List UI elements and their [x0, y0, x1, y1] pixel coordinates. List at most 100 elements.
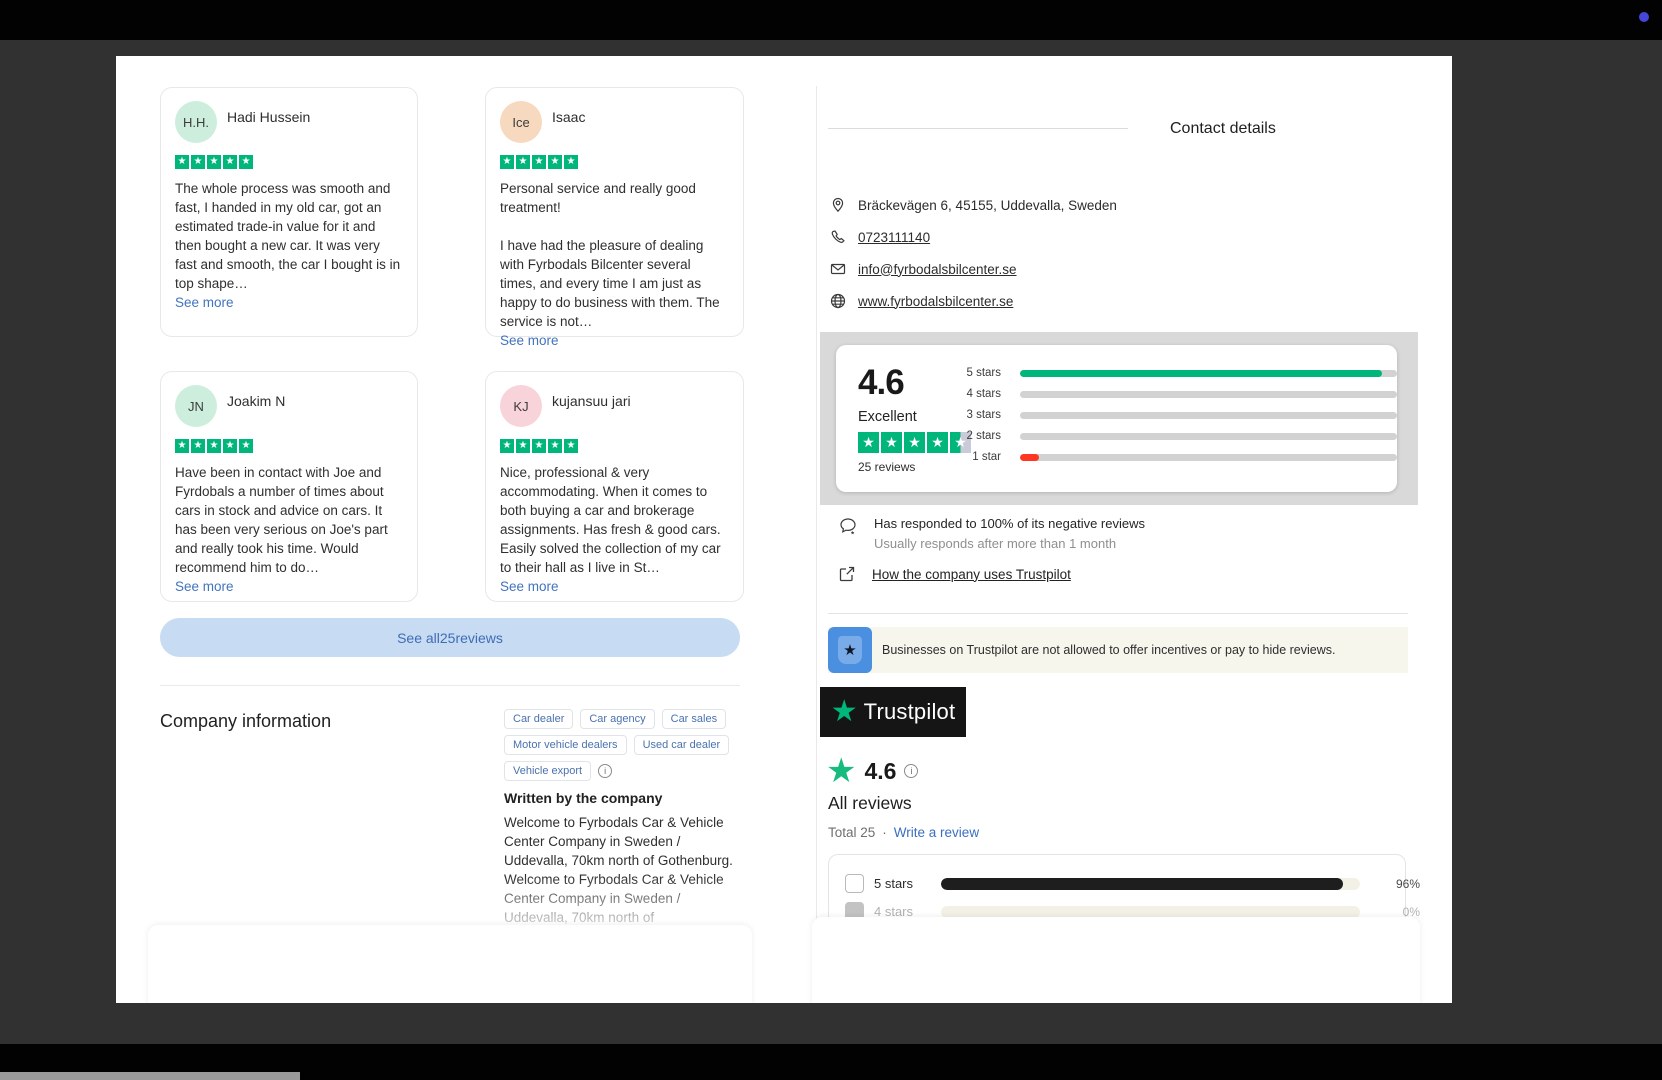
- star-icon: [223, 155, 237, 169]
- incentives-notice: ★ Businesses on Trustpilot are not allow…: [828, 627, 1408, 673]
- star-icon: [207, 155, 221, 169]
- info-icon[interactable]: i: [904, 764, 918, 778]
- bar-track: [1020, 454, 1397, 461]
- responds-sub-line: Usually responds after more than 1 month: [874, 536, 1145, 551]
- see-more-link[interactable]: See more: [500, 333, 559, 348]
- company-description: Welcome to Fyrbodals Car & Vehicle Cente…: [504, 813, 741, 927]
- star-icon: [175, 439, 189, 453]
- total-count: Total 25: [828, 825, 875, 840]
- write-review-link[interactable]: Write a review: [894, 825, 979, 840]
- avatar: H.H.: [175, 101, 217, 143]
- browser-page: H.H. Hadi Hussein The whole process was …: [116, 56, 1452, 1003]
- bottom-overlay-left: [148, 925, 752, 1003]
- bar-track: [1020, 412, 1397, 419]
- external-link-icon: [838, 565, 856, 583]
- trustpilot-star-icon: ★: [831, 697, 858, 727]
- all-reviews-heading: All reviews: [828, 793, 912, 814]
- star-icon: [239, 439, 253, 453]
- star-icon: [175, 155, 189, 169]
- category-tag[interactable]: Car dealer: [504, 709, 573, 729]
- filter-label: 5 stars: [874, 876, 926, 891]
- chat-bubble-icon: [838, 516, 858, 536]
- contact-email-row[interactable]: info@fyrbodalsbilcenter.se: [830, 261, 1017, 277]
- star-icon: [500, 439, 514, 453]
- see-all-reviews-button[interactable]: See all25reviews: [160, 618, 740, 657]
- bar-label: 1 star: [946, 451, 1001, 463]
- star-icon: [516, 155, 530, 169]
- avatar: JN: [175, 385, 217, 427]
- info-icon[interactable]: i: [598, 764, 612, 778]
- contact-address-row: Bräckevägen 6, 45155, Uddevalla, Sweden: [830, 197, 1117, 213]
- review-text: The whole process was smooth and fast, I…: [175, 179, 403, 312]
- review-card[interactable]: JN Joakim N Have been in contact with Jo…: [160, 371, 418, 602]
- see-more-link[interactable]: See more: [500, 579, 559, 594]
- location-pin-icon: [830, 197, 846, 213]
- category-tags: Car dealer Car agency Car sales Motor ve…: [504, 709, 744, 781]
- address-text: Bräckevägen 6, 45155, Uddevalla, Sweden: [858, 198, 1117, 213]
- star-icon: [516, 439, 530, 453]
- category-tag[interactable]: Car sales: [662, 709, 726, 729]
- score-value: 4.6: [864, 758, 896, 785]
- star-icon: [191, 439, 205, 453]
- globe-icon: [830, 293, 846, 309]
- uses-trustpilot-link[interactable]: How the company uses Trustpilot: [872, 567, 1071, 582]
- star-icon: [500, 155, 514, 169]
- section-divider: [828, 613, 1408, 614]
- rating-bar-row: 2 stars: [946, 430, 1397, 442]
- green-star-icon: ★: [826, 754, 856, 788]
- checkbox[interactable]: [845, 874, 864, 893]
- bar-fill: [1020, 454, 1039, 461]
- bar-label: 2 stars: [946, 430, 1001, 442]
- email-icon: [830, 261, 846, 277]
- written-by-heading: Written by the company: [504, 790, 662, 806]
- category-tag[interactable]: Car agency: [580, 709, 654, 729]
- top-black-bar: [0, 0, 1662, 40]
- bar-fill: [1020, 370, 1382, 377]
- contact-phone-row[interactable]: 0723111140: [830, 229, 930, 245]
- star-icon: [532, 439, 546, 453]
- uses-trustpilot-row[interactable]: How the company uses Trustpilot: [838, 565, 1071, 583]
- website-link[interactable]: www.fyrbodalsbilcenter.se: [858, 294, 1013, 309]
- reviewer-name: Hadi Hussein: [227, 109, 310, 125]
- score-summary: ★ 4.6 i: [826, 754, 918, 788]
- shield-star-icon: ★: [838, 636, 862, 664]
- company-information-heading: Company information: [160, 711, 331, 732]
- bar-label: 4 stars: [946, 388, 1001, 400]
- reviewer-name: kujansuu jari: [552, 393, 631, 409]
- review-paragraph: The whole process was smooth and fast, I…: [175, 179, 403, 293]
- review-card[interactable]: Ice Isaac Personal service and really go…: [485, 87, 744, 337]
- filter-row-5-stars: 5 stars 96%: [845, 874, 1420, 893]
- trustscore-card: 4.6 Excellent 25 reviews 5 stars 4 stars…: [836, 345, 1397, 492]
- see-more-link[interactable]: See more: [175, 295, 234, 310]
- review-card[interactable]: H.H. Hadi Hussein The whole process was …: [160, 87, 418, 337]
- total-row: Total 25 · Write a review: [828, 825, 979, 840]
- trustpilot-logo[interactable]: ★ Trustpilot: [820, 687, 966, 737]
- review-text: Nice, professional & very accommodating.…: [500, 463, 729, 596]
- trustpilot-shield-badge: ★: [828, 627, 872, 673]
- star-icon: [858, 432, 879, 453]
- star-icon: [548, 155, 562, 169]
- review-card[interactable]: KJ kujansuu jari Nice, professional & ve…: [485, 371, 744, 602]
- review-text: Have been in contact with Joe and Fyrdob…: [175, 463, 403, 596]
- review-paragraph: Have been in contact with Joe and Fyrdob…: [175, 463, 403, 577]
- bottom-overlay-right: [812, 917, 1420, 1003]
- dot-separator: ·: [882, 825, 887, 840]
- phone-link[interactable]: 0723111140: [858, 230, 930, 245]
- review-paragraph: Personal service and really good treatme…: [500, 179, 729, 217]
- avatar: Ice: [500, 101, 542, 143]
- category-tag[interactable]: Vehicle export: [504, 761, 591, 781]
- bar-track: [1020, 433, 1397, 440]
- star-icon: [548, 439, 562, 453]
- contact-website-row[interactable]: www.fyrbodalsbilcenter.se: [830, 293, 1013, 309]
- see-more-link[interactable]: See more: [175, 579, 234, 594]
- reviewer-name: Isaac: [552, 109, 585, 125]
- category-tag[interactable]: Motor vehicle dealers: [504, 735, 627, 755]
- filter-bar-track: [941, 878, 1360, 890]
- star-icon: [564, 155, 578, 169]
- review-paragraph: Nice, professional & very accommodating.…: [500, 463, 729, 577]
- filter-bar-track: [941, 906, 1360, 918]
- category-tag[interactable]: Used car dealer: [634, 735, 730, 755]
- star-rating: [175, 439, 403, 453]
- email-link[interactable]: info@fyrbodalsbilcenter.se: [858, 262, 1017, 277]
- desktop-stage: H.H. Hadi Hussein The whole process was …: [0, 0, 1662, 1080]
